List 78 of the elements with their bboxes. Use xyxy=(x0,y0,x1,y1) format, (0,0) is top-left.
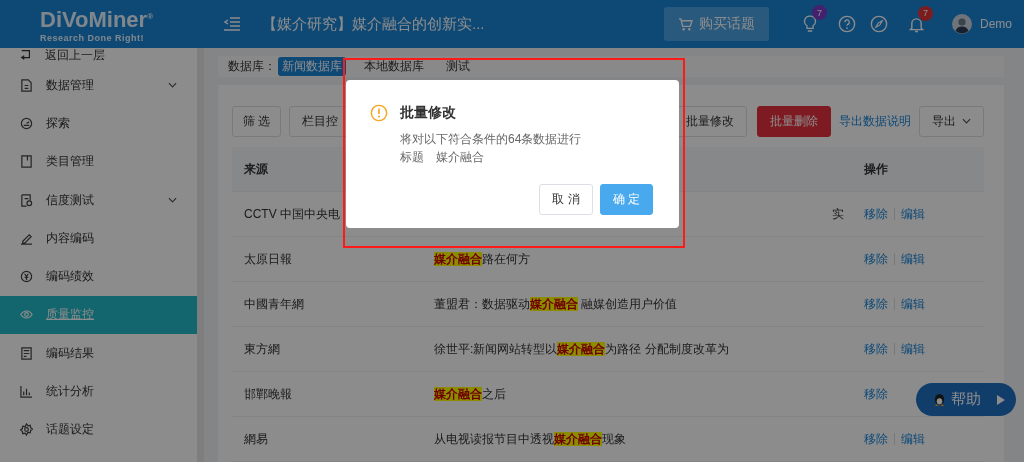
dialog-text: 将对以下符合条件的64条数据进行 xyxy=(399,131,583,148)
table-cell: 媒介融合之后 xyxy=(434,385,506,403)
logo: DiVoMiner$^{®}$ xyxy=(40,6,154,33)
row-action-link[interactable]: 移除 xyxy=(864,295,888,313)
confirm-button[interactable]: 确 定 xyxy=(599,184,653,215)
lightbulb-icon[interactable] xyxy=(803,15,817,33)
table-cell-text: 網易 xyxy=(243,430,269,448)
row-action-link[interactable]: 编辑 xyxy=(901,250,925,268)
database-tab[interactable]: 本地数据库 xyxy=(360,57,428,76)
database-tab[interactable]: 测试 xyxy=(442,57,474,76)
cancel-button[interactable]: 取 消 xyxy=(539,184,593,215)
row-action-link[interactable]: 编辑 xyxy=(901,205,925,223)
row-action-link[interactable]: 移除 xyxy=(864,250,888,268)
avatar-icon[interactable] xyxy=(952,14,972,34)
cart-icon xyxy=(678,16,693,32)
sidebar-item[interactable]: 类目管理 xyxy=(0,142,197,181)
sidebar-item[interactable]: 探索 xyxy=(0,104,197,143)
penguin-icon xyxy=(934,393,945,406)
table-cell: 媒介融合路在何方 xyxy=(434,250,530,268)
clipboard-icon xyxy=(20,193,33,207)
table-cell-text: 太原日報 xyxy=(243,250,293,268)
user-name[interactable]: Demo xyxy=(980,17,1012,31)
sidebar-item[interactable]: 统计分析 xyxy=(0,372,197,411)
row-action-link[interactable]: 编辑 xyxy=(901,340,925,358)
row-action-link[interactable]: 编辑 xyxy=(901,295,925,313)
warning-icon xyxy=(370,104,388,122)
dialog-title: 批量修改 xyxy=(400,104,456,122)
menu-icon[interactable] xyxy=(224,17,240,31)
compass-icon[interactable] xyxy=(870,15,888,33)
row-action-link[interactable]: 移除 xyxy=(864,385,888,403)
pen-icon xyxy=(20,231,33,245)
buy-topic-button[interactable]: 购买话题 xyxy=(664,7,769,41)
table-cell: 实 xyxy=(832,205,844,223)
table-cell-text: 邯鄲晚報 xyxy=(243,385,293,403)
notification-badge: 7 xyxy=(812,5,827,20)
sidebar-item[interactable]: 信度测试 xyxy=(0,180,197,220)
sidebar-item[interactable]: 质量监控 xyxy=(0,295,197,335)
row-action-link[interactable]: 移除 xyxy=(864,205,888,223)
eye-icon xyxy=(20,308,33,322)
help-icon[interactable] xyxy=(838,15,856,33)
batch-delete-button[interactable]: 批量删除 xyxy=(757,105,831,137)
database-label: 数据库： xyxy=(228,58,276,75)
table-cell-text: 東方網 xyxy=(243,340,281,358)
report-icon xyxy=(20,346,33,360)
table-cell-text: CCTV 中国中央电 xyxy=(243,205,341,223)
column-header: 操作 xyxy=(864,160,889,178)
database-tab[interactable]: 新闻数据库 xyxy=(278,57,346,76)
sidebar-item[interactable]: 内容编码 xyxy=(0,219,197,258)
table-cell: 董盟君：数据驱动媒介融合 融媒创造用户价值 xyxy=(434,295,678,313)
gauge-icon xyxy=(20,116,33,130)
notebook-icon xyxy=(20,155,33,169)
bell-icon[interactable] xyxy=(909,15,924,33)
sidebar-item[interactable]: 编码结果 xyxy=(0,334,197,373)
dialog-text: 标题 媒介融合 xyxy=(399,149,485,166)
document-icon xyxy=(20,78,33,92)
toolbar-button[interactable]: 筛 选 xyxy=(232,105,282,137)
yen-coin-icon xyxy=(20,270,33,284)
help-button[interactable]: 帮助 xyxy=(916,383,1016,416)
row-action-link[interactable]: 移除 xyxy=(864,430,888,448)
row-action-link[interactable]: 编辑 xyxy=(901,430,925,448)
triangle-icon xyxy=(997,394,1005,405)
settings-icon xyxy=(20,423,33,437)
row-action-link[interactable]: 移除 xyxy=(864,340,888,358)
table-cell-text: 中國青年網 xyxy=(243,295,305,313)
sidebar-item[interactable]: 数据管理 xyxy=(0,66,197,105)
project-title: 【媒介研究】媒介融合的创新实... xyxy=(262,14,486,34)
table-cell: 从电视读报节目中透视媒介融合现象 xyxy=(434,430,626,448)
notification-badge: 7 xyxy=(918,5,933,21)
column-header: 来源 xyxy=(243,160,269,178)
sidebar-item[interactable]: 话题设定 xyxy=(0,410,197,449)
bar-chart-icon xyxy=(20,385,33,398)
export-notes-link[interactable]: 导出数据说明 xyxy=(839,112,911,130)
caret-icon xyxy=(962,118,971,124)
back-arrow-icon xyxy=(20,49,32,61)
export-dropdown[interactable]: 导出 xyxy=(919,105,984,137)
logo-tagline: Research Done Right! xyxy=(40,32,145,43)
sidebar-item[interactable]: 编码绩效 xyxy=(0,257,197,296)
back-link[interactable]: 返回上一层 xyxy=(0,44,197,66)
